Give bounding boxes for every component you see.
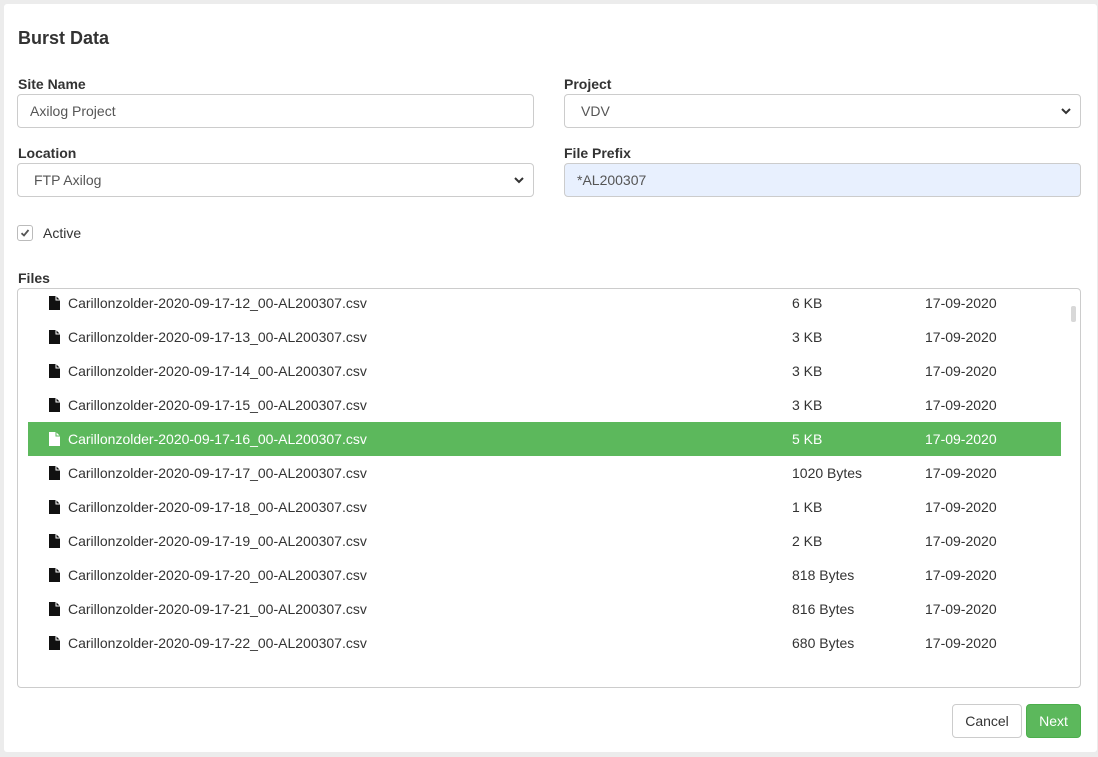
file-icon xyxy=(49,296,60,310)
file-date: 17-09-2020 xyxy=(925,499,997,515)
file-icon xyxy=(49,568,60,582)
project-select[interactable]: VDV xyxy=(564,94,1081,128)
file-date: 17-09-2020 xyxy=(925,601,997,617)
file-size: 1020 Bytes xyxy=(792,465,863,481)
file-size: 816 Bytes xyxy=(792,601,855,617)
chevron-down-icon xyxy=(1060,105,1072,117)
file-row[interactable]: Carillonzolder-2020-09-17-18_00-AL200307… xyxy=(28,490,1061,524)
burst-data-dialog: Burst Data Site Name Axilog Project Proj… xyxy=(4,4,1097,752)
file-date: 17-09-2020 xyxy=(925,635,997,651)
location-select-value: FTP Axilog xyxy=(34,172,102,188)
file-row[interactable]: Carillonzolder-2020-09-17-14_00-AL200307… xyxy=(28,354,1061,388)
file-icon xyxy=(49,466,60,480)
file-icon xyxy=(49,602,60,616)
file-name: Carillonzolder-2020-09-17-22_00-AL200307… xyxy=(68,635,367,651)
project-label: Project xyxy=(564,76,612,92)
file-icon xyxy=(49,534,60,548)
file-icon xyxy=(49,364,60,378)
file-name: Carillonzolder-2020-09-17-20_00-AL200307… xyxy=(68,567,367,583)
location-select[interactable]: FTP Axilog xyxy=(17,163,534,197)
file-name: Carillonzolder-2020-09-17-17_00-AL200307… xyxy=(68,465,367,481)
site-name-label: Site Name xyxy=(18,76,86,92)
file-size: 1 KB xyxy=(792,499,823,515)
files-label: Files xyxy=(18,270,50,286)
file-row[interactable]: Carillonzolder-2020-09-17-13_00-AL200307… xyxy=(28,320,1061,354)
check-icon xyxy=(20,229,30,237)
file-date: 17-09-2020 xyxy=(925,397,997,413)
file-row[interactable]: Carillonzolder-2020-09-17-16_00-AL200307… xyxy=(28,422,1061,456)
project-select-value: VDV xyxy=(581,103,610,119)
active-label: Active xyxy=(43,225,82,241)
file-size: 6 KB xyxy=(792,295,823,311)
file-row[interactable]: Carillonzolder-2020-09-17-19_00-AL200307… xyxy=(28,524,1061,558)
next-button[interactable]: Next xyxy=(1026,704,1081,738)
file-icon xyxy=(49,432,60,446)
file-prefix-input[interactable]: *AL200307 xyxy=(564,163,1081,197)
file-date: 17-09-2020 xyxy=(925,329,997,345)
file-date: 17-09-2020 xyxy=(925,295,997,311)
scrollbar-thumb[interactable] xyxy=(1071,306,1076,322)
file-name: Carillonzolder-2020-09-17-14_00-AL200307… xyxy=(68,363,367,379)
file-list: Carillonzolder-2020-09-17-12_00-AL200307… xyxy=(28,289,1061,660)
file-name: Carillonzolder-2020-09-17-16_00-AL200307… xyxy=(68,431,367,447)
file-size: 3 KB xyxy=(792,397,823,413)
file-list-box[interactable]: Carillonzolder-2020-09-17-12_00-AL200307… xyxy=(17,288,1081,688)
file-row[interactable]: Carillonzolder-2020-09-17-22_00-AL200307… xyxy=(28,626,1061,660)
file-size: 3 KB xyxy=(792,363,823,379)
location-label: Location xyxy=(18,145,77,161)
chevron-down-icon xyxy=(513,174,525,186)
file-date: 17-09-2020 xyxy=(925,567,997,583)
file-icon xyxy=(49,398,60,412)
file-size: 3 KB xyxy=(792,329,823,345)
dialog-title: Burst Data xyxy=(18,28,110,48)
site-name-input[interactable]: Axilog Project xyxy=(17,94,534,128)
cancel-button[interactable]: Cancel xyxy=(952,704,1022,738)
file-name: Carillonzolder-2020-09-17-15_00-AL200307… xyxy=(68,397,367,413)
file-size: 818 Bytes xyxy=(792,567,855,583)
file-name: Carillonzolder-2020-09-17-13_00-AL200307… xyxy=(68,329,367,345)
file-date: 17-09-2020 xyxy=(925,363,997,379)
active-checkbox-row[interactable]: Active xyxy=(17,223,81,243)
file-icon xyxy=(49,330,60,344)
scrollbar[interactable] xyxy=(1063,289,1080,687)
file-date: 17-09-2020 xyxy=(925,465,997,481)
file-name: Carillonzolder-2020-09-17-18_00-AL200307… xyxy=(68,499,367,515)
file-date: 17-09-2020 xyxy=(925,431,997,447)
file-prefix-label: File Prefix xyxy=(564,145,631,161)
file-name: Carillonzolder-2020-09-17-12_00-AL200307… xyxy=(68,295,367,311)
file-row[interactable]: Carillonzolder-2020-09-17-20_00-AL200307… xyxy=(28,558,1061,592)
file-icon xyxy=(49,636,60,650)
file-row[interactable]: Carillonzolder-2020-09-17-17_00-AL200307… xyxy=(28,456,1061,490)
file-row[interactable]: Carillonzolder-2020-09-17-12_00-AL200307… xyxy=(28,289,1061,320)
file-size: 2 KB xyxy=(792,533,823,549)
active-checkbox[interactable] xyxy=(17,225,33,241)
file-name: Carillonzolder-2020-09-17-19_00-AL200307… xyxy=(68,533,367,549)
file-row[interactable]: Carillonzolder-2020-09-17-21_00-AL200307… xyxy=(28,592,1061,626)
file-row[interactable]: Carillonzolder-2020-09-17-15_00-AL200307… xyxy=(28,388,1061,422)
file-date: 17-09-2020 xyxy=(925,533,997,549)
file-size: 5 KB xyxy=(792,431,823,447)
file-name: Carillonzolder-2020-09-17-21_00-AL200307… xyxy=(68,601,367,617)
file-size: 680 Bytes xyxy=(792,635,855,651)
file-icon xyxy=(49,500,60,514)
